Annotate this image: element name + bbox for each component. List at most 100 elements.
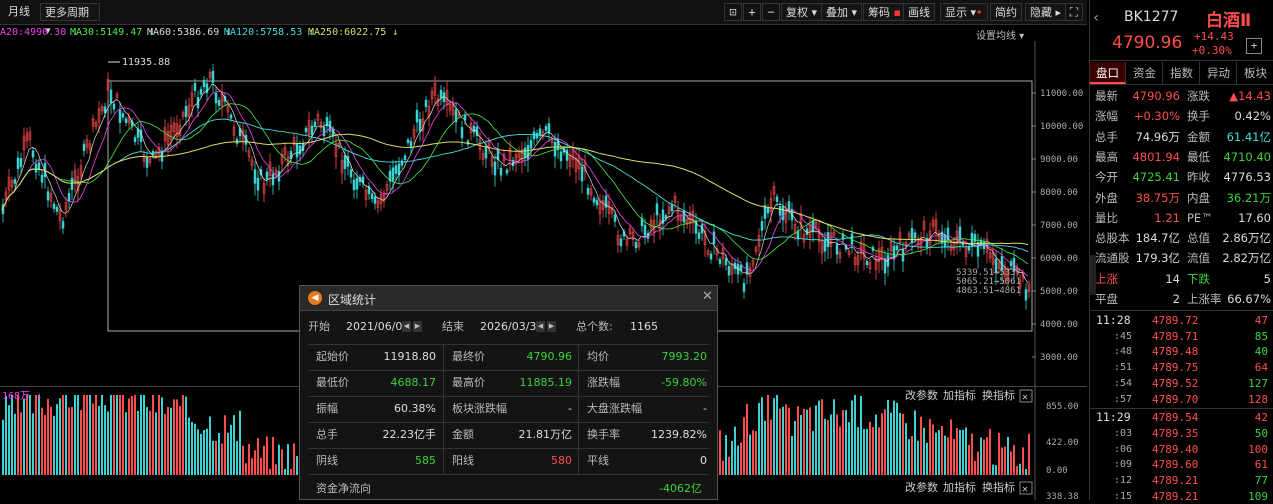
prev-arrow-icon[interactable]: ‹ <box>1092 10 1100 26</box>
candle-body <box>184 106 188 118</box>
volume-bar <box>182 395 184 475</box>
display-dropdown[interactable]: 显示 ▾• <box>940 3 988 21</box>
hide-button[interactable]: 隐藏 ▸ <box>1025 3 1067 21</box>
ma-settings-button[interactable]: 设置均线 ▾ <box>976 27 1024 42</box>
vol-axis-0: 0.00 <box>1046 466 1068 476</box>
add-indicator-button[interactable]: 加指标 <box>943 388 976 402</box>
simple-button[interactable]: 简约 <box>990 3 1022 21</box>
volume-bar <box>854 395 856 475</box>
candle-body <box>271 173 275 186</box>
volume-bar <box>1028 433 1030 475</box>
tick-price: 4789.48 <box>1152 345 1199 359</box>
change-param-button-2[interactable]: 改参数 <box>905 480 938 494</box>
zoom-out-icon[interactable]: − <box>762 3 780 21</box>
flow-value: -4062亿 <box>659 482 702 495</box>
tab-0[interactable]: 盘口 <box>1090 62 1126 84</box>
volume-bar <box>929 418 931 475</box>
volume-bar <box>116 395 118 475</box>
volume-bar <box>896 402 898 475</box>
stat-key: 昨收 <box>1187 170 1210 185</box>
switch-indicator-button-2[interactable]: 换指标 <box>982 480 1015 494</box>
price-axis-label: 7000.00 <box>1040 221 1078 231</box>
volume-bar <box>260 457 262 475</box>
candle-body <box>199 88 203 95</box>
tick-volume: 40 <box>1254 345 1268 359</box>
volume-bar <box>239 410 241 475</box>
tick-time: :51 <box>1114 362 1133 374</box>
stat-value: 4790.96 <box>526 350 573 363</box>
lock-icon[interactable]: ⊡ <box>724 3 742 21</box>
dialog-close-icon[interactable]: ✕ <box>702 289 713 304</box>
tab-2[interactable]: 指数 <box>1164 62 1200 84</box>
end-prev-icon[interactable]: ◀ <box>536 321 545 332</box>
candle-body <box>16 157 20 169</box>
fuquan-dropdown[interactable]: 复权 ▾ <box>781 3 823 21</box>
change-param-button[interactable]: 改参数 <box>905 388 938 402</box>
dialog-titlebar[interactable]: ◀ 区域统计 ✕ <box>300 286 717 311</box>
candle-body <box>406 139 410 144</box>
switch-indicator-button[interactable]: 换指标 <box>982 388 1015 402</box>
volume-bar <box>134 395 136 475</box>
collapse-handle[interactable] <box>1090 255 1096 295</box>
stat-label: 平线 <box>587 454 609 467</box>
start-prev-icon[interactable]: ◀ <box>402 321 411 332</box>
add-indicator-button-2[interactable]: 加指标 <box>943 480 976 494</box>
stat-val: 0.42% <box>1234 109 1271 124</box>
volume-bar <box>248 444 250 475</box>
quote-stat-row: 最新 4790.96 涨跌 ▲14.43 <box>1090 86 1273 106</box>
volume-bar <box>797 406 799 475</box>
close-volume-icon[interactable]: ✕ <box>1022 392 1028 403</box>
candle-body <box>724 258 728 266</box>
tab-4[interactable]: 板块 <box>1238 62 1273 84</box>
stat-val: 2 <box>1172 292 1180 306</box>
close-icon-2[interactable]: ✕ <box>1022 484 1028 495</box>
tick-row: :48 4789.48 40 <box>1090 344 1273 359</box>
draw-line-button[interactable]: 画线 <box>903 3 935 21</box>
volume-bar <box>836 414 838 475</box>
tab-1[interactable]: 资金 <box>1127 62 1163 84</box>
volume-bar <box>1010 451 1012 475</box>
overlay-dropdown[interactable]: 叠加 ▾ <box>821 3 863 21</box>
candle-body <box>13 179 17 184</box>
volume-bar <box>941 426 943 475</box>
end-next-icon[interactable]: ▶ <box>547 321 556 332</box>
tick-volume: 128 <box>1248 392 1268 406</box>
ma250-value: MA250:6022.75 ↓ <box>308 27 399 38</box>
volume-bar <box>833 399 835 475</box>
candle-body <box>727 266 731 276</box>
stat-cell: 换手率 1239.82% <box>578 422 713 448</box>
fullscreen-icon[interactable]: ⛶ <box>1065 3 1083 21</box>
candle-body <box>634 241 638 249</box>
stat-label: 阳线 <box>452 454 474 467</box>
stat-key: 涨幅 <box>1095 109 1118 124</box>
chip-button[interactable]: 筹码 ▪ <box>863 3 906 21</box>
period-button[interactable]: 月线 <box>4 3 34 21</box>
tab-3[interactable]: 异动 <box>1201 62 1237 84</box>
volume-bar <box>11 395 13 475</box>
start-next-icon[interactable]: ▶ <box>413 321 422 332</box>
volume-bar <box>110 395 112 475</box>
candle-body <box>373 196 377 204</box>
volume-bar <box>959 429 961 475</box>
stat-cell: 振幅 60.38% <box>308 396 442 422</box>
volume-bar <box>227 432 229 475</box>
more-period-dropdown[interactable]: 更多周期 ▾ <box>40 3 100 37</box>
candle-body <box>460 127 464 139</box>
zoom-in-icon[interactable]: + <box>743 3 761 21</box>
add-watchlist-icon[interactable]: + <box>1246 38 1262 54</box>
tick-row: :57 4789.70 128 <box>1090 392 1273 407</box>
volume-bar <box>287 444 289 475</box>
volume-bar <box>188 417 190 475</box>
volume-bar <box>794 421 796 475</box>
sector-name: 白酒Ⅱ <box>1206 11 1252 31</box>
quote-header: ‹ BK1277 白酒Ⅱ 4790.96 +14.43 +0.30% + <box>1090 0 1273 61</box>
candle-body <box>499 167 503 176</box>
stat-val: 4710.40 <box>1223 149 1271 164</box>
volume-bar <box>857 427 859 475</box>
tick-price: 4789.35 <box>1152 426 1199 440</box>
ma30-value: MA30:5149.47 ↓ <box>70 27 155 38</box>
stat-key: 上涨 <box>1095 271 1118 286</box>
volume-bar <box>257 438 259 475</box>
candle-body <box>670 204 674 212</box>
candle-body <box>82 143 86 152</box>
